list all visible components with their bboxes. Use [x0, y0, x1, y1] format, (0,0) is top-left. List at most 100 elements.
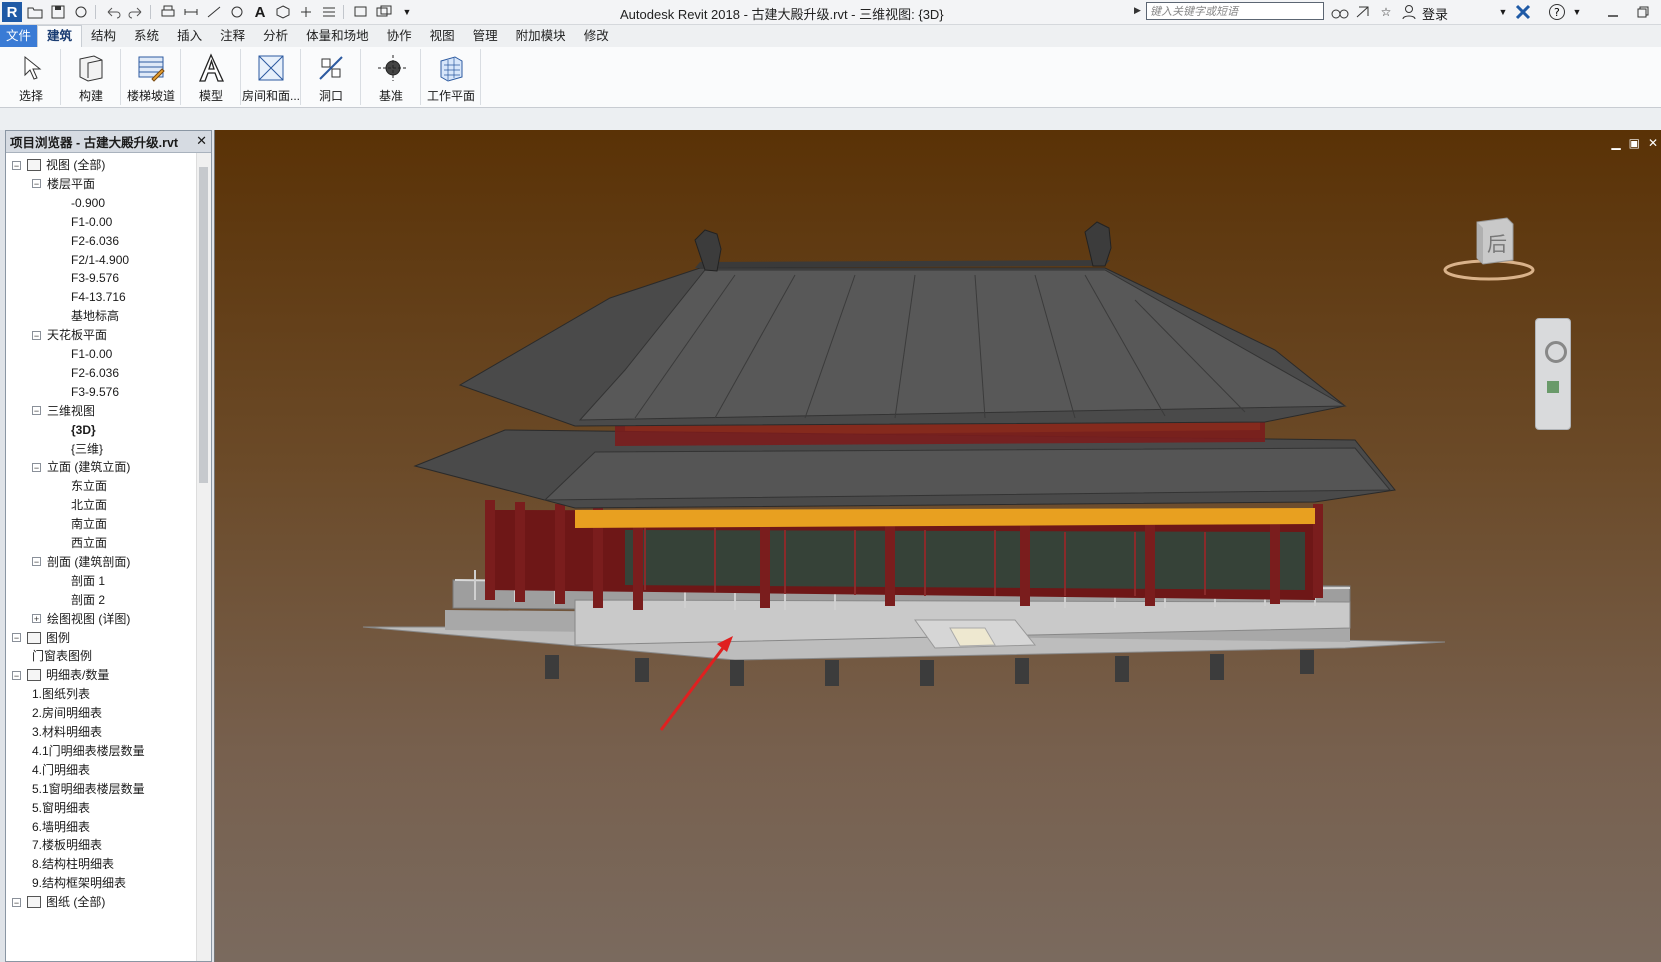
workplane-button[interactable]: 工作平面 — [422, 49, 481, 105]
tree-item[interactable]: 7.楼板明细表 — [32, 835, 102, 855]
tab-2[interactable]: 结构 — [82, 25, 125, 47]
room-area-button[interactable]: 房间和面... — [242, 49, 301, 105]
tab-1[interactable]: 建筑 — [37, 25, 83, 47]
tree-item[interactable]: − 楼层平面 — [32, 174, 95, 194]
tab-12[interactable]: 修改 — [575, 25, 618, 47]
tree-item[interactable]: F3-9.576 — [53, 382, 119, 402]
viewcube[interactable]: 后 — [1443, 216, 1535, 286]
login-dropdown-icon[interactable]: ▼ — [1493, 2, 1513, 22]
tree-item[interactable]: F2-6.036 — [53, 363, 119, 383]
tree-item[interactable]: F3-9.576 — [53, 268, 119, 288]
tree-item[interactable]: {三维} — [53, 439, 103, 459]
tree-item[interactable]: − 三维视图 — [32, 401, 95, 421]
tree-item[interactable]: 门窗表图例 — [32, 646, 92, 666]
help-icon[interactable]: ? — [1547, 2, 1567, 22]
tree-item[interactable]: − 视图 (全部) — [12, 155, 105, 175]
tree-item[interactable]: F2-6.036 — [53, 231, 119, 251]
tree-item[interactable]: 8.结构柱明细表 — [32, 854, 114, 874]
collapse-icon[interactable]: − — [12, 670, 21, 680]
undo-icon[interactable] — [103, 3, 123, 21]
collapse-icon[interactable]: − — [12, 160, 21, 170]
scrollbar-thumb[interactable] — [199, 167, 208, 483]
tree-item[interactable]: + 绘图视图 (详图) — [32, 609, 130, 629]
tree-item[interactable]: 4.1门明细表楼层数量 — [32, 741, 145, 761]
build-button[interactable]: 构建 — [62, 49, 121, 105]
restore-icon[interactable] — [1633, 2, 1653, 22]
tab-8[interactable]: 协作 — [378, 25, 421, 47]
tab-9[interactable]: 视图 — [421, 25, 464, 47]
collapse-icon[interactable]: − — [32, 462, 41, 472]
tree-item[interactable]: 5.1窗明细表楼层数量 — [32, 779, 145, 799]
select-button[interactable]: 选择 — [2, 49, 61, 105]
binoculars-icon[interactable] — [1330, 2, 1350, 22]
thin-lines-icon[interactable] — [319, 3, 339, 21]
tree-item[interactable]: − 明细表/数量 — [12, 665, 109, 685]
tree-item[interactable]: 西立面 — [53, 533, 107, 553]
tree-item[interactable]: F2/1-4.900 — [53, 250, 129, 270]
sync-icon[interactable] — [71, 3, 91, 21]
tree-item[interactable]: F1-0.00 — [53, 212, 112, 232]
text-icon[interactable]: A — [250, 3, 270, 21]
tree-scrollbar[interactable] — [196, 153, 211, 961]
tree-item[interactable]: 4.门明细表 — [32, 760, 90, 780]
open-icon[interactable] — [25, 3, 45, 21]
minimize-icon[interactable] — [1603, 2, 1623, 22]
collapse-icon[interactable]: − — [12, 897, 21, 907]
collapse-icon[interactable]: − — [12, 633, 21, 643]
tab-10[interactable]: 管理 — [464, 25, 507, 47]
tree-item[interactable]: 3.材料明细表 — [32, 722, 102, 742]
default-3d-view-icon[interactable] — [273, 3, 293, 21]
tab-5[interactable]: 注释 — [211, 25, 254, 47]
tree-item[interactable]: 9.结构框架明细表 — [32, 873, 126, 893]
close-hidden-windows-icon[interactable] — [351, 3, 371, 21]
search-input[interactable]: 键入关键字或短语 — [1146, 2, 1324, 20]
tree-item[interactable]: 2.房间明细表 — [32, 703, 102, 723]
tree-item[interactable]: 南立面 — [53, 514, 107, 534]
subscription-icon[interactable] — [1353, 2, 1373, 22]
collapse-icon[interactable]: − — [32, 406, 41, 416]
expand-icon[interactable]: + — [32, 614, 41, 624]
revit-logo-icon[interactable]: R — [2, 2, 22, 22]
tree-item[interactable]: 5.窗明细表 — [32, 798, 90, 818]
tree-item[interactable]: 1.图纸列表 — [32, 684, 90, 704]
tab-4[interactable]: 插入 — [168, 25, 211, 47]
tree-item[interactable]: 东立面 — [53, 476, 107, 496]
tab-11[interactable]: 附加模块 — [507, 25, 575, 47]
tab-6[interactable]: 分析 — [254, 25, 297, 47]
help-dropdown-icon[interactable]: ▼ — [1567, 2, 1587, 22]
collapse-icon[interactable]: − — [32, 179, 41, 189]
tree-item[interactable]: − 图纸 (全部) — [12, 892, 105, 912]
measure-icon[interactable] — [181, 3, 201, 21]
autodesk-exchange-icon[interactable] — [1513, 2, 1533, 22]
tab-3[interactable]: 系统 — [125, 25, 168, 47]
switch-windows-icon[interactable] — [374, 3, 394, 21]
datum-button[interactable]: 基准 — [362, 49, 421, 105]
stairs-button[interactable]: 楼梯坡道 — [122, 49, 181, 105]
model-button[interactable]: 模型 — [182, 49, 241, 105]
tree-item[interactable]: F1-0.00 — [53, 344, 112, 364]
tree-item[interactable]: 剖面 2 — [53, 590, 105, 610]
tree-item[interactable]: − 天花板平面 — [32, 325, 107, 345]
navigation-bar[interactable] — [1535, 318, 1571, 430]
redo-icon[interactable] — [126, 3, 146, 21]
tree-item[interactable]: − 立面 (建筑立面) — [32, 457, 130, 477]
customize-qat-icon[interactable]: ▼ — [397, 3, 417, 21]
tree-item[interactable]: 6.墙明细表 — [32, 817, 90, 837]
tab-7[interactable]: 体量和场地 — [297, 25, 378, 47]
tab-0[interactable]: 文件 — [0, 25, 38, 47]
opening-button[interactable]: 洞口 — [302, 49, 361, 105]
tree-item[interactable]: F4-13.716 — [53, 287, 126, 307]
zoom-icon[interactable] — [1547, 381, 1559, 393]
user-icon[interactable] — [1399, 2, 1419, 22]
3d-viewport[interactable]: ▁ ▣ ✕ 后 — [214, 130, 1661, 962]
close-icon[interactable]: ✕ — [196, 133, 207, 149]
tree-item[interactable]: 剖面 1 — [53, 571, 105, 591]
star-icon[interactable]: ☆ — [1376, 2, 1396, 22]
save-icon[interactable] — [48, 3, 68, 21]
tree-item[interactable]: 北立面 — [53, 495, 107, 515]
tree-item[interactable]: − 剖面 (建筑剖面) — [32, 552, 130, 572]
tree-item[interactable]: 基地标高 — [53, 306, 119, 326]
tree-item[interactable]: − 图例 — [12, 628, 70, 648]
search-expand-icon[interactable]: ▶ — [1134, 5, 1141, 16]
tree-item[interactable]: -0.900 — [53, 193, 105, 213]
